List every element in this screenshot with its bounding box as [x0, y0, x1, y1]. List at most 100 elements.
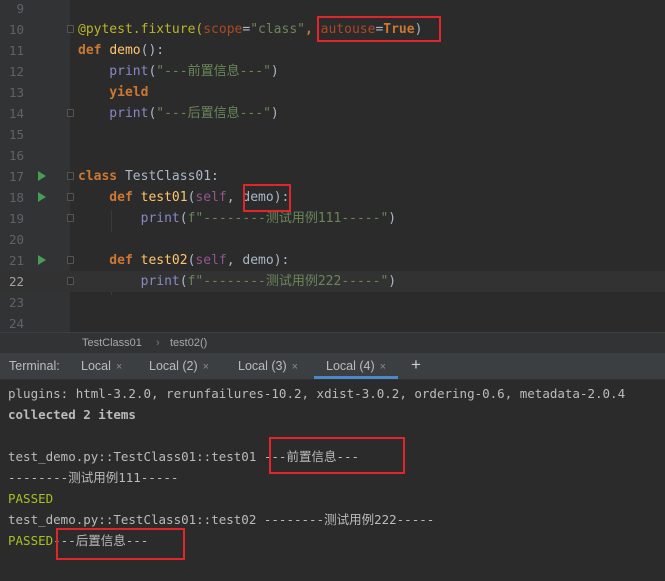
line-number: 24 [8, 316, 24, 331]
output-passed-1: PASSED [8, 491, 54, 506]
line-number: 12 [8, 64, 24, 79]
code-line[interactable]: 23 [0, 292, 665, 313]
code-token: , demo): [226, 253, 290, 268]
code-text: def test02(self, demo): [78, 250, 289, 271]
code-token: demo [109, 43, 141, 58]
tab-local-2[interactable]: Local (2) × [149, 353, 209, 379]
line-number: 22 [8, 274, 24, 289]
code-token: test01 [140, 190, 188, 205]
code-line[interactable]: 14 print("---后置信息---") [0, 103, 665, 124]
breadcrumb: TestClass01 › test02() [0, 332, 665, 353]
code-line[interactable]: 24 [0, 313, 665, 334]
code-token: "class" [250, 22, 305, 37]
line-number: 21 [8, 253, 24, 268]
code-token: def [78, 190, 141, 205]
output-test01: test_demo.py::TestClass01::test01 ---前置信… [8, 446, 359, 467]
output-collected: collected 2 items [8, 407, 136, 422]
output-passed-2: PASSED---后置信息--- [8, 530, 148, 551]
output-test02: test_demo.py::TestClass01::test02 ------… [8, 512, 435, 527]
add-terminal-icon[interactable]: + [411, 355, 421, 375]
close-icon[interactable]: × [203, 361, 209, 373]
fold-marker-icon[interactable] [67, 193, 74, 201]
code-token: ( [179, 274, 188, 289]
code-line[interactable]: 9 [0, 0, 665, 19]
code-line[interactable]: 21 def test02(self, demo): [0, 250, 665, 271]
code-token: self [195, 253, 227, 268]
code-text: def demo(): [78, 40, 164, 61]
pre-info-text: ---前置信息--- [256, 449, 360, 464]
code-line[interactable]: 22 print(f"--------测试用例222-----") [0, 271, 665, 292]
code-token: ( [179, 211, 188, 226]
output-case111: --------测试用例111----- [8, 470, 179, 485]
tab-local-4[interactable]: Local (4) × [314, 353, 399, 379]
passed-label: PASSED [8, 533, 54, 548]
fold-marker-icon[interactable] [67, 214, 74, 222]
fold-marker-icon[interactable] [67, 256, 74, 264]
tab-label: Local (4) [326, 359, 375, 373]
tab-label: Local [81, 359, 111, 373]
code-token: print [78, 106, 149, 121]
close-icon[interactable]: × [380, 361, 386, 373]
code-token: ) [414, 22, 423, 37]
line-number: 15 [8, 127, 24, 142]
code-token: print [78, 211, 180, 226]
line-number: 16 [8, 148, 24, 163]
tab-local[interactable]: Local × [81, 353, 122, 379]
code-token: self [195, 190, 227, 205]
tab-label: Local (2) [149, 359, 198, 373]
code-token: print [78, 64, 149, 79]
code-token: "---后置信息---" [156, 106, 271, 121]
line-number: 10 [8, 22, 24, 37]
code-token: ) [388, 274, 397, 289]
breadcrumb-method[interactable]: test02() [170, 333, 207, 353]
run-icon[interactable] [38, 255, 46, 265]
line-number: 17 [8, 169, 24, 184]
line-number: 18 [8, 190, 24, 205]
breadcrumb-class[interactable]: TestClass01 [82, 333, 142, 353]
line-number: 23 [8, 295, 24, 310]
code-token: print [78, 274, 180, 289]
code-line[interactable]: 18 def test01(self, demo): [0, 187, 665, 208]
test01-name: test_demo.py::TestClass01::test01 [8, 449, 257, 464]
code-line[interactable]: 13 yield [0, 82, 665, 103]
code-token: yield [78, 85, 149, 100]
tab-label: Local (3) [238, 359, 287, 373]
code-text: @pytest.fixture(scope="class", autouse=T… [78, 19, 422, 40]
code-text: print(f"--------测试用例222-----") [78, 271, 397, 292]
code-token: ) [388, 211, 397, 226]
code-line[interactable]: 19 print(f"--------测试用例111-----") [0, 208, 665, 229]
run-icon[interactable] [38, 192, 46, 202]
code-editor[interactable]: 9 10 @pytest.fixture(scope="class", autous… [0, 0, 665, 332]
line-number: 14 [8, 106, 24, 121]
tab-local-3[interactable]: Local (3) × [238, 353, 298, 379]
code-token: @pytest.fixture( [78, 22, 204, 37]
code-token: (): [140, 43, 165, 58]
line-number: 20 [8, 232, 24, 247]
code-token: f"--------测试用例111-----" [187, 211, 389, 226]
code-line[interactable]: 15 [0, 124, 665, 145]
fold-marker-icon[interactable] [67, 172, 74, 180]
fold-marker-icon[interactable] [67, 277, 74, 285]
code-line[interactable]: 16 [0, 145, 665, 166]
code-line[interactable]: 10 @pytest.fixture(scope="class", autouse… [0, 19, 665, 40]
code-line[interactable]: 11 def demo(): [0, 40, 665, 61]
code-token: def [78, 253, 141, 268]
terminal-output[interactable]: plugins: html-3.2.0, rerunfailures-10.2,… [0, 380, 665, 581]
line-number: 19 [8, 211, 24, 226]
fold-marker-icon[interactable] [67, 25, 74, 33]
code-line[interactable]: 17 class TestClass01: [0, 166, 665, 187]
code-line[interactable]: 20 [0, 229, 665, 250]
code-text: yield [78, 82, 148, 103]
code-token: f"--------测试用例222-----" [187, 274, 389, 289]
close-icon[interactable]: × [292, 361, 298, 373]
close-icon[interactable]: × [116, 361, 122, 373]
breadcrumb-separator: › [156, 337, 160, 349]
code-token: scope [203, 22, 243, 37]
code-token: "---前置信息---" [156, 64, 271, 79]
code-line[interactable]: 12 print("---前置信息---") [0, 61, 665, 82]
fold-marker-icon[interactable] [67, 109, 74, 117]
code-token: TestClass01: [124, 169, 219, 184]
code-text: def test01(self, demo): [78, 187, 289, 208]
run-icon[interactable] [38, 171, 46, 181]
code-token: test02 [140, 253, 188, 268]
